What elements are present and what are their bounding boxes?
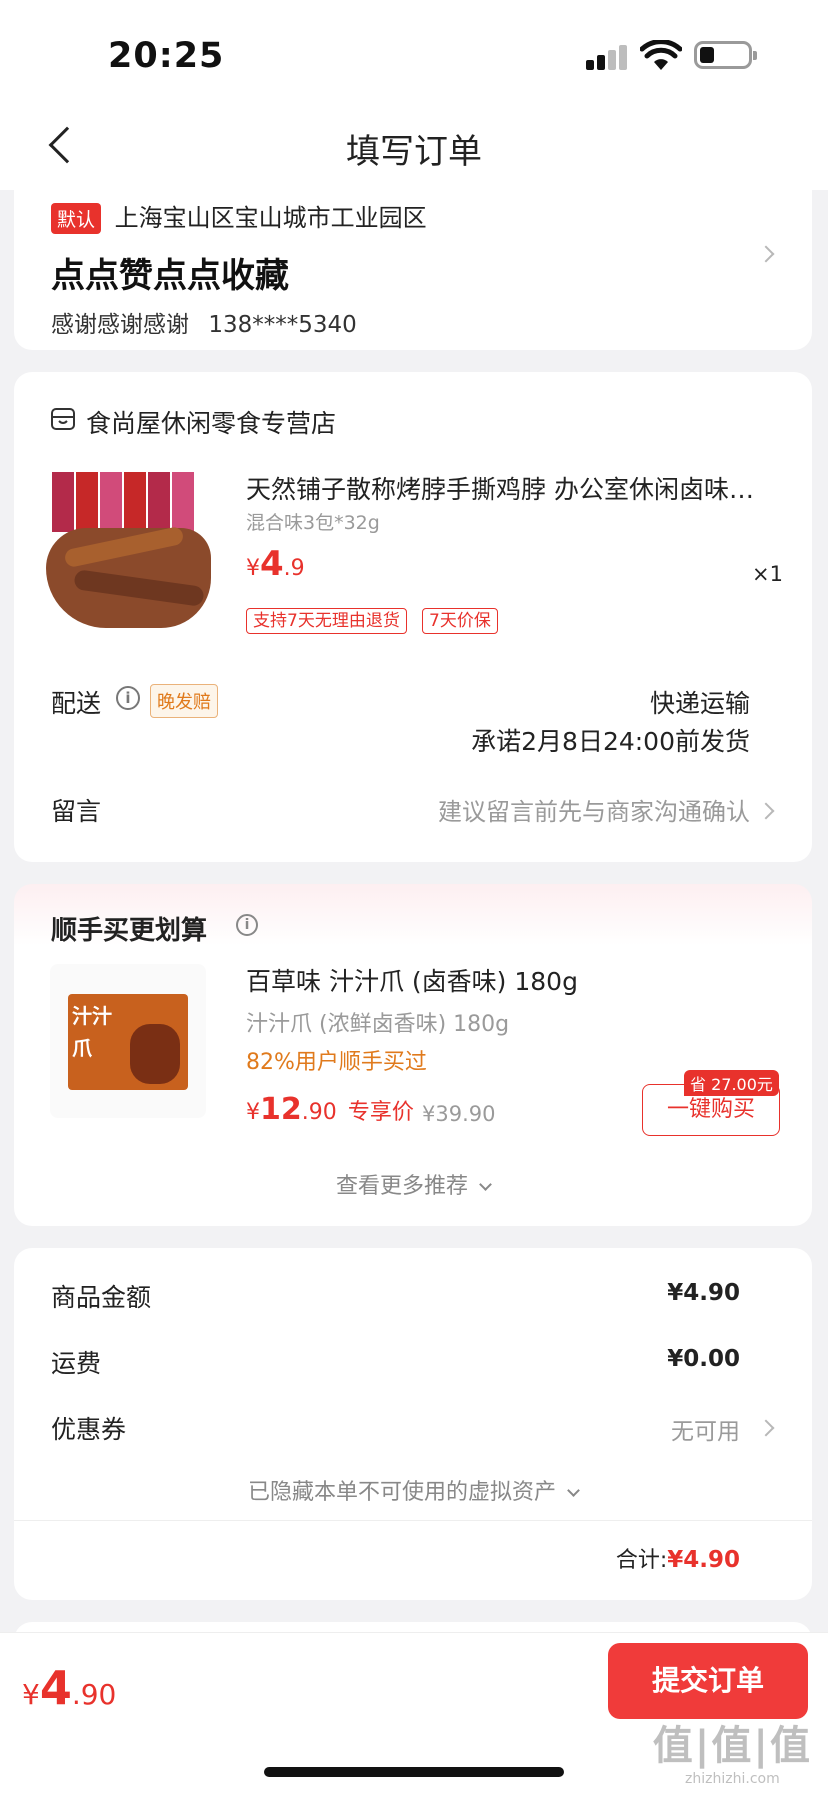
subtotal-label: 商品金额 [51, 1283, 152, 1312]
upsell-product-title[interactable]: 百草味 汁汁爪 (卤香味) 180g [246, 962, 578, 998]
info-icon[interactable]: i [116, 686, 140, 710]
remark-label: 留言 [51, 797, 102, 826]
subtotal-value: ¥4.90 [667, 1280, 740, 1306]
watermark-logo: 值|值|值 [652, 1723, 812, 1769]
chevron-down-icon [479, 1178, 492, 1191]
summary-divider [14, 1520, 812, 1521]
address-card[interactable]: 默认 上海宝山区宝山城市工业园区 点点赞点点收藏 感谢感谢感谢 138****5… [14, 190, 812, 350]
chevron-right-icon [757, 802, 775, 820]
upsell-orig-price: ¥39.90 [422, 1102, 496, 1126]
status-bar: 20:25 [0, 0, 828, 110]
delivery-promise: 承诺2月8日24:00前发货 [471, 727, 750, 756]
battery-icon [694, 41, 757, 69]
recipient-phone: 138****5340 [208, 312, 357, 338]
signal-icon [586, 44, 630, 70]
product-spec: 混合味3包*32g [246, 512, 380, 534]
product-image[interactable] [44, 468, 214, 638]
shipping-value: ¥0.00 [667, 1346, 740, 1372]
upsell-product-spec: 汁汁爪 (浓鲜卤香味) 180g [246, 1012, 510, 1037]
coupon-label: 优惠券 [51, 1415, 127, 1444]
store-icon [51, 408, 75, 430]
upsell-price: ¥12.90 专享价 [246, 1092, 414, 1127]
late-compensation-badge: 晚发赔 [150, 684, 218, 718]
info-icon[interactable]: i [236, 914, 258, 936]
address-detail: 点点赞点点收藏 [51, 256, 289, 296]
delivery-label: 配送 [51, 689, 102, 718]
bottom-total-price: ¥4.90 [22, 1661, 117, 1715]
store-name: 食尚屋休闲零食专营店 [86, 409, 337, 438]
recipient-name: 感谢感谢感谢 [51, 312, 189, 338]
product-qty: ×1 [752, 562, 783, 586]
product-price: ¥4.9 [246, 544, 305, 584]
coupon-value[interactable]: 无可用 [671, 1412, 740, 1446]
more-recommend-link[interactable]: 查看更多推荐 [14, 1168, 812, 1200]
watermark: 值|值|值 zhizhizhi.com [653, 1713, 812, 1787]
hidden-assets-toggle[interactable]: 已隐藏本单不可使用的虚拟资产 [14, 1474, 812, 1506]
summary-card: 商品金额 ¥4.90 运费 ¥0.00 优惠券 无可用 已隐藏本单不可使用的虚拟… [14, 1248, 812, 1600]
price-protect-tag: 7天价保 [422, 608, 498, 634]
upsell-card: 顺手买更划算 i 汁汁爪 百草味 汁汁爪 (卤香味) 180g 汁汁爪 (浓鲜卤… [14, 884, 812, 1226]
chevron-right-icon [757, 1419, 775, 1437]
upsell-product-image[interactable]: 汁汁爪 [50, 964, 206, 1118]
delivery-method[interactable]: 快递运输 [650, 684, 750, 720]
product-title[interactable]: 天然铺子散称烤脖手撕鸡脖 办公室休闲卤味… [246, 470, 786, 506]
upsell-title: 顺手买更划算 [51, 916, 208, 946]
upsell-social-proof: 82%用户顺手买过 [246, 1050, 427, 1075]
save-badge: 省 27.00元 [684, 1070, 779, 1096]
status-time: 20:25 [108, 36, 225, 76]
summary-total: 合计:¥4.90 [615, 1547, 740, 1573]
home-indicator [264, 1767, 564, 1777]
return-policy-tag: 支持7天无理由退货 [246, 608, 407, 634]
nav-bar: 填写订单 [0, 110, 828, 190]
page-title: 填写订单 [346, 132, 482, 172]
chevron-right-icon [757, 245, 775, 263]
watermark-site: zhizhizhi.com [685, 1771, 780, 1787]
address-region: 上海宝山区宝山城市工业园区 [114, 204, 427, 232]
submit-order-button[interactable]: 提交订单 [608, 1643, 808, 1719]
remark-input[interactable]: 建议留言前先与商家沟通确认 [438, 792, 750, 827]
default-badge: 默认 [51, 203, 102, 234]
chevron-down-icon [567, 1484, 580, 1497]
shipping-label: 运费 [51, 1349, 102, 1378]
wifi-icon [640, 40, 682, 70]
store-card: 食尚屋休闲零食专营店 天然铺子散称烤脖手撕鸡脖 办公室休闲卤味… 混合味3包*3… [14, 372, 812, 862]
